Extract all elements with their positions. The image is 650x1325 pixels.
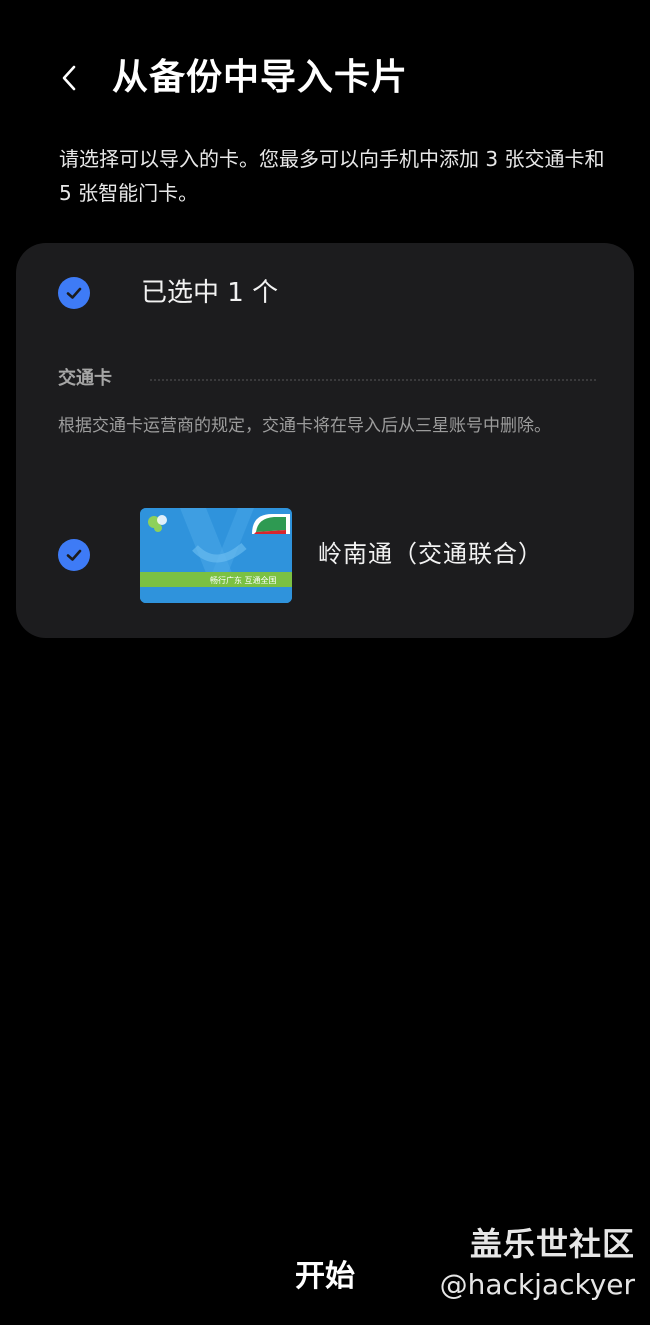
- page-title: 从备份中导入卡片: [112, 57, 409, 98]
- checkmark-icon: [66, 549, 82, 561]
- transit-card-artwork: 畅行广东 互通全国: [140, 508, 292, 603]
- chevron-left-icon: [62, 65, 76, 91]
- section-header: 交通卡: [58, 365, 598, 393]
- start-button[interactable]: 开始: [255, 1252, 395, 1302]
- watermark-handle: @hackjackyer: [439, 1268, 635, 1301]
- selected-count-label: 已选中 1 个: [141, 278, 279, 308]
- section-notice: 根据交通卡运营商的规定，交通卡将在导入后从三星账号中删除。: [58, 416, 551, 436]
- app-header: 从备份中导入卡片: [0, 52, 650, 108]
- description-text: 请选择可以导入的卡。您最多可以向手机中添加 3 张交通卡和 5 张智能门卡。: [59, 147, 605, 205]
- select-all-checkbox[interactable]: [58, 277, 90, 309]
- watermark: 盖乐世社区 @hackjackyer: [440, 1222, 635, 1304]
- back-button[interactable]: [50, 58, 90, 98]
- import-card-panel: 已选中 1 个 交通卡 根据交通卡运营商的规定，交通卡将在导入后从三星账号中删除…: [16, 243, 634, 638]
- card-list-item[interactable]: 畅行广东 互通全国 岭南通（交通联合）: [16, 505, 634, 605]
- card-checkbox[interactable]: [58, 539, 90, 571]
- section-title: 交通卡: [58, 368, 112, 389]
- transit-card-image: 畅行广东 互通全国: [140, 508, 292, 603]
- checkmark-icon: [66, 287, 82, 299]
- card-name: 岭南通（交通联合）: [318, 540, 543, 568]
- section-divider: [150, 379, 596, 381]
- watermark-title: 盖乐世社区: [469, 1225, 635, 1263]
- card-thumb-text: 畅行广东 互通全国: [210, 575, 277, 585]
- select-all-row[interactable]: 已选中 1 个: [16, 271, 634, 315]
